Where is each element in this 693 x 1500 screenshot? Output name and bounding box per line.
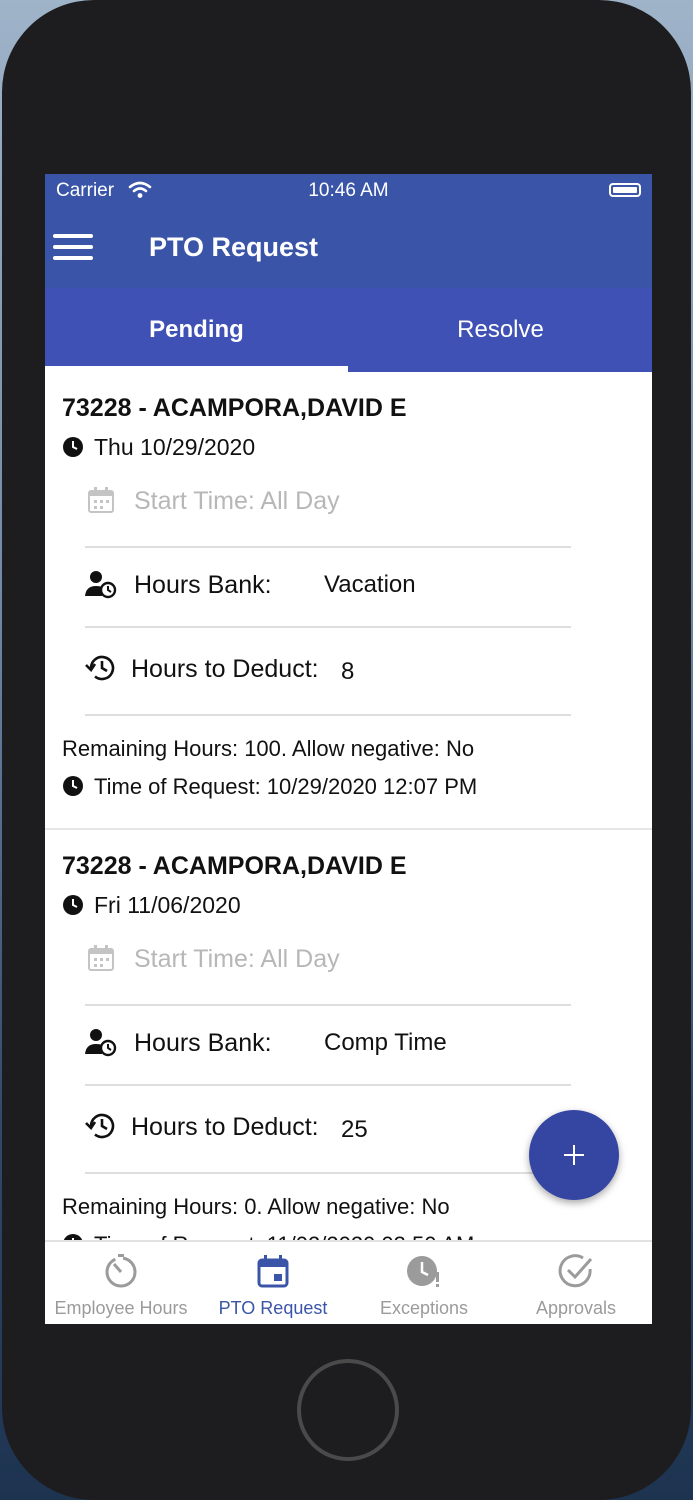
clock-icon: [63, 1234, 83, 1240]
time-of-request: Time of Request: 11/02/2020 03:50 AM: [94, 1232, 474, 1240]
check-circle-icon: [558, 1254, 593, 1288]
history-icon: [85, 1113, 115, 1139]
clock-icon: [63, 895, 83, 915]
divider: [85, 714, 571, 716]
person-clock-icon: [85, 1029, 117, 1057]
employee-name: 73228 - ACAMPORA,DAVID E: [62, 852, 407, 880]
phone-frame: Carrier 10:46 AM PTO Request Pending Res…: [2, 0, 691, 1500]
nav-label: PTO Request: [218, 1298, 328, 1318]
nav-approvals[interactable]: Approvals: [500, 1242, 652, 1324]
app-bar: PTO Request: [45, 208, 652, 288]
nav-label: Exceptions: [379, 1298, 469, 1318]
hours-deduct-label: Hours to Deduct:: [131, 1113, 319, 1141]
start-time-label: Start Time: All Day: [134, 487, 340, 515]
tab-pending[interactable]: Pending: [45, 288, 348, 372]
remaining-hours: Remaining Hours: 0. Allow negative: No: [62, 1194, 450, 1219]
hours-bank-label: Hours Bank:: [134, 571, 272, 599]
start-time-label: Start Time: All Day: [134, 945, 340, 973]
employee-name: 73228 - ACAMPORA,DAVID E: [62, 394, 407, 422]
battery-icon: [609, 183, 641, 197]
divider: [85, 1004, 571, 1006]
divider: [85, 1084, 571, 1086]
hours-bank-value: Comp Time: [324, 1029, 447, 1056]
request-date: Thu 10/29/2020: [94, 434, 256, 460]
add-request-button[interactable]: [529, 1110, 619, 1200]
person-clock-icon: [85, 571, 117, 599]
clock-icon: [63, 776, 83, 796]
calendar-icon: [88, 487, 114, 513]
timer-icon: [105, 1254, 137, 1288]
request-date-row: Fri 11/06/2020: [62, 892, 241, 919]
time-of-request: Time of Request: 10/29/2020 12:07 PM: [94, 774, 478, 799]
divider: [85, 1172, 571, 1174]
hours-deduct-value: 25: [341, 1116, 368, 1143]
request-list[interactable]: 73228 - ACAMPORA,DAVID E Thu 10/29/2020 …: [45, 372, 652, 1240]
app-screen: Carrier 10:46 AM PTO Request Pending Res…: [45, 174, 652, 1324]
clock-icon: [63, 437, 83, 457]
status-time: 10:46 AM: [308, 180, 389, 201]
history-icon: [85, 655, 115, 681]
time-of-request-row: Time of Request: 11/02/2020 03:50 AM: [62, 1232, 474, 1240]
request-date: Fri 11/06/2020: [94, 892, 241, 918]
calendar-icon: [257, 1255, 289, 1288]
nav-exceptions[interactable]: Exceptions: [348, 1242, 500, 1324]
hours-deduct-label: Hours to Deduct:: [131, 655, 319, 683]
request-card[interactable]: 73228 - ACAMPORA,DAVID E Thu 10/29/2020 …: [45, 372, 652, 830]
nav-pto-request[interactable]: PTO Request: [197, 1242, 349, 1324]
hours-bank-value: Vacation: [324, 571, 416, 598]
hours-bank-label: Hours Bank:: [134, 1029, 272, 1057]
divider: [85, 546, 571, 548]
bottom-nav: Employee Hours PTO Request Exceptions Ap…: [45, 1240, 652, 1324]
page-title: PTO Request: [149, 232, 319, 262]
calendar-icon: [88, 945, 114, 971]
remaining-hours: Remaining Hours: 100. Allow negative: No: [62, 736, 475, 761]
tab-bar: Pending Resolve: [45, 288, 652, 372]
tab-resolve[interactable]: Resolve: [349, 288, 652, 372]
request-date-row: Thu 10/29/2020: [62, 434, 255, 461]
nav-label: Employee Hours: [54, 1298, 188, 1318]
status-bar: Carrier 10:46 AM: [45, 174, 652, 208]
time-of-request-row: Time of Request: 10/29/2020 12:07 PM: [62, 774, 477, 800]
divider: [85, 626, 571, 628]
nav-label: Approvals: [535, 1298, 617, 1318]
hours-deduct-value: 8: [341, 658, 355, 685]
menu-icon[interactable]: [53, 234, 93, 264]
nav-employee-hours[interactable]: Employee Hours: [45, 1242, 197, 1324]
home-button[interactable]: [297, 1359, 399, 1461]
clock-alert-icon: [407, 1256, 439, 1287]
